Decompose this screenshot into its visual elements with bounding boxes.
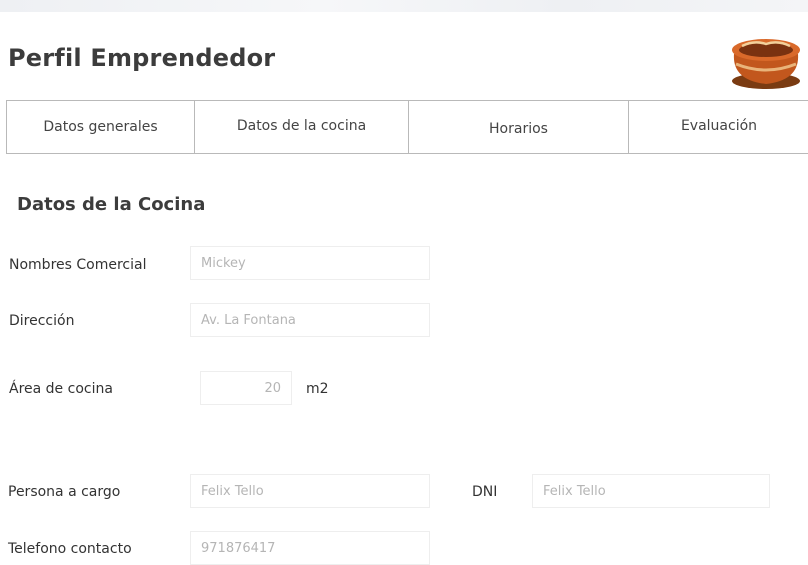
direccion-label: Dirección [9, 313, 75, 329]
tab-label: Datos de la cocina [236, 118, 367, 134]
telefono-label: Telefono contacto [8, 541, 132, 557]
tab-horarios[interactable]: Horarios [409, 101, 629, 153]
top-background-band [0, 0, 808, 12]
area-unit-label: m2 [306, 381, 329, 397]
persona-cargo-field[interactable]: Felix Tello [190, 474, 430, 508]
nombre-comercial-field[interactable]: Mickey [190, 246, 430, 280]
tab-evaluacion[interactable]: Evaluación [629, 101, 808, 153]
area-cocina-label: Área de cocina [9, 381, 113, 397]
tab-datos-generales[interactable]: Datos generales [7, 101, 195, 153]
dni-field[interactable]: Felix Tello [532, 474, 770, 508]
area-cocina-field[interactable]: 20 [200, 371, 292, 405]
nombre-comercial-label: Nombres Comercial [9, 257, 147, 273]
direccion-field[interactable]: Av. La Fontana [190, 303, 430, 337]
tab-bar: Datos generales Datos de la cocina Horar… [6, 100, 808, 154]
page-title: Perfil Emprendedor [8, 44, 276, 72]
tab-label: Horarios [489, 121, 548, 137]
tab-datos-cocina[interactable]: Datos de la cocina [195, 101, 409, 153]
tab-label: Evaluación [680, 118, 758, 134]
persona-cargo-label: Persona a cargo [8, 484, 121, 500]
section-title: Datos de la Cocina [17, 194, 206, 215]
tab-label: Datos generales [43, 119, 158, 135]
clay-pot-icon [732, 39, 800, 89]
dni-label: DNI [472, 484, 498, 500]
